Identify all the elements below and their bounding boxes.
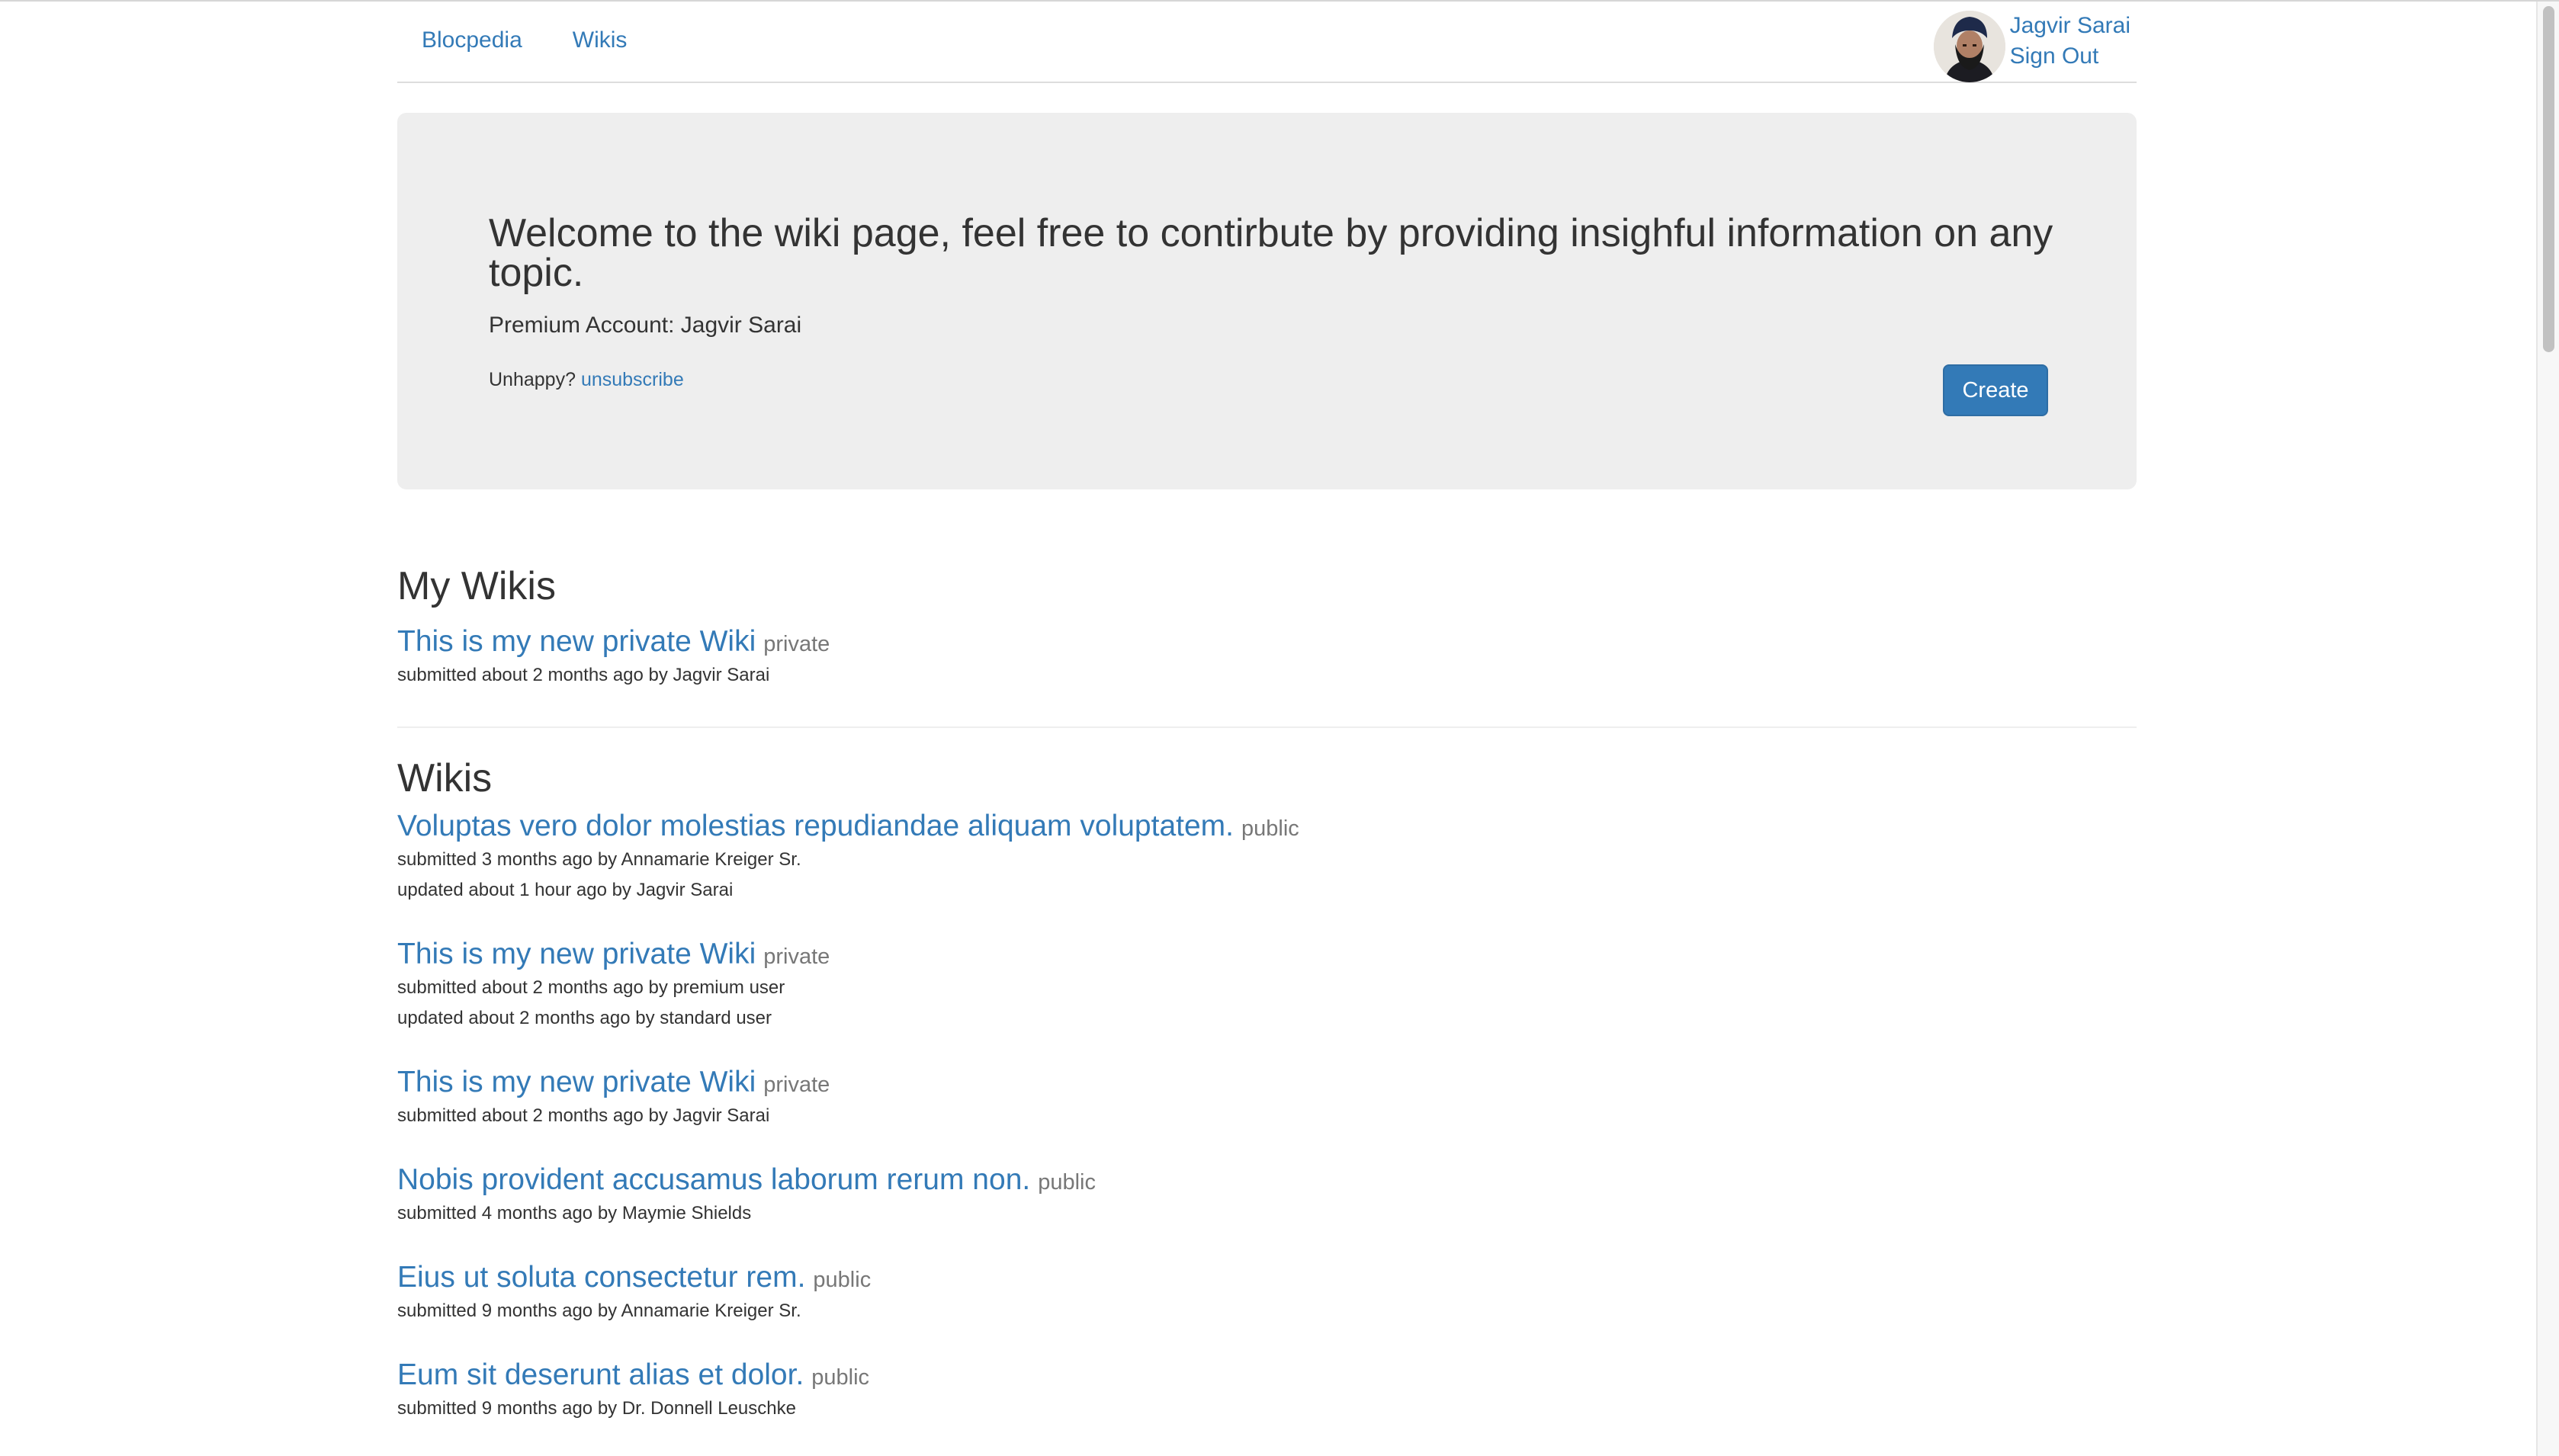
unhappy-text: Unhappy? <box>489 369 576 390</box>
wiki-title-link[interactable]: This is my new private Wiki <box>397 624 756 660</box>
sign-out-link[interactable]: Sign Out <box>2010 41 2130 72</box>
page-container: Blocpedia Wikis Jagvir Sarai Sign Out We… <box>397 2 2137 1419</box>
section-divider <box>397 726 2137 728</box>
wiki-title-link[interactable]: This is my new private Wiki <box>397 1064 756 1101</box>
wiki-submitted: submitted 4 months ago by Maymie Shields <box>397 1203 752 1223</box>
wikis-heading: Wikis <box>397 756 493 800</box>
welcome-jumbotron: Welcome to the wiki page, feel free to c… <box>397 113 2137 489</box>
create-wiki-button[interactable]: Create <box>1943 364 2048 416</box>
wiki-title-line: Eius ut soluta consectetur rem. public <box>397 1259 871 1296</box>
wiki-item: Eum sit deserunt alias et dolor. public … <box>397 1357 869 1424</box>
wiki-submitted: submitted about 2 months ago by Jagvir S… <box>397 1105 770 1126</box>
my-wiki-item: This is my new private Wiki private subm… <box>397 624 830 691</box>
wiki-visibility: public <box>1241 816 1299 841</box>
wiki-updated: updated about 2 months ago by standard u… <box>397 1008 772 1028</box>
wiki-visibility: public <box>1038 1170 1096 1195</box>
user-links: Jagvir Sarai Sign Out <box>2010 11 2130 72</box>
welcome-heading: Welcome to the wiki page, feel free to c… <box>489 211 2053 295</box>
wiki-title-line: Voluptas vero dolor molestias repudianda… <box>397 808 1299 845</box>
wiki-title-link[interactable]: Eum sit deserunt alias et dolor. <box>397 1357 804 1393</box>
wiki-item: This is my new private Wiki private subm… <box>397 936 830 1034</box>
top-navbar: Blocpedia Wikis Jagvir Sarai Sign Out <box>397 2 2137 83</box>
wiki-submitted: submitted 9 months ago by Dr. Donnell Le… <box>397 1398 796 1419</box>
wiki-title-link[interactable]: Voluptas vero dolor molestias repudianda… <box>397 808 1234 845</box>
wiki-item: Nobis provident accusamus laborum rerum … <box>397 1162 1096 1229</box>
nav-wikis-link[interactable]: Wikis <box>573 27 628 53</box>
wiki-visibility: private <box>763 944 830 969</box>
wiki-title-link[interactable]: This is my new private Wiki <box>397 936 756 973</box>
scrollbar-thumb[interactable] <box>2543 6 2554 352</box>
wiki-title-link[interactable]: Nobis provident accusamus laborum rerum … <box>397 1162 1030 1198</box>
wiki-visibility: public <box>811 1365 870 1390</box>
wiki-title-line: This is my new private Wiki private <box>397 936 830 973</box>
my-wikis-heading: My Wikis <box>397 564 556 608</box>
nav-links: Blocpedia Wikis <box>422 27 627 53</box>
wiki-title-line: This is my new private Wiki private <box>397 1064 830 1101</box>
wiki-submitted: submitted 9 months ago by Annamarie Krei… <box>397 1300 801 1321</box>
wiki-item: Eius ut soluta consectetur rem. public s… <box>397 1259 871 1326</box>
wiki-visibility: private <box>763 1073 830 1097</box>
wiki-title-link[interactable]: Eius ut soluta consectetur rem. <box>397 1259 805 1296</box>
unsubscribe-prompt: Unhappy? unsubscribe <box>489 369 684 391</box>
wiki-title-line: Eum sit deserunt alias et dolor. public <box>397 1357 869 1393</box>
wiki-visibility: private <box>763 632 830 656</box>
premium-account-label: Premium Account: Jagvir Sarai <box>489 313 802 338</box>
wiki-submitted: submitted about 2 months ago by Jagvir S… <box>397 665 770 685</box>
wiki-updated: updated about 1 hour ago by Jagvir Sarai <box>397 880 734 900</box>
wiki-submitted: submitted about 2 months ago by premium … <box>397 977 785 998</box>
unsubscribe-link[interactable]: unsubscribe <box>581 369 684 390</box>
wiki-item: Voluptas vero dolor molestias repudianda… <box>397 808 1299 906</box>
user-avatar-icon <box>1933 11 2005 82</box>
wiki-item: This is my new private Wiki private subm… <box>397 1064 830 1131</box>
nav-brand-link[interactable]: Blocpedia <box>422 27 522 53</box>
user-menu: Jagvir Sarai Sign Out <box>1933 11 2130 82</box>
vertical-scrollbar[interactable] <box>2536 2 2559 1456</box>
wiki-title-line: This is my new private Wiki private <box>397 624 830 660</box>
wiki-submitted: submitted 3 months ago by Annamarie Krei… <box>397 849 801 870</box>
user-avatar[interactable] <box>1933 11 2005 82</box>
wiki-visibility: public <box>813 1268 872 1292</box>
wiki-title-line: Nobis provident accusamus laborum rerum … <box>397 1162 1096 1198</box>
user-name-link[interactable]: Jagvir Sarai <box>2010 11 2130 41</box>
